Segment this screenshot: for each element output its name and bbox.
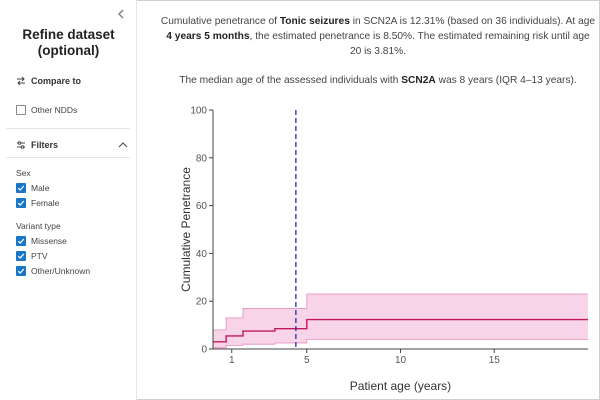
refine-sidebar: Refine dataset (optional) Compare to Oth…	[0, 0, 137, 400]
x-axis-label: Patient age (years)	[350, 379, 451, 393]
y-tick-label: 60	[196, 201, 208, 212]
checkbox[interactable]	[16, 236, 26, 246]
filter-option-ptv[interactable]: PTV	[16, 251, 48, 261]
gene-name: SCN2A	[401, 75, 436, 86]
divider	[6, 128, 130, 129]
penetrance-chart: 0 20 40 60 80 100 1 5 10 15 Patient age (years) C…	[160, 100, 600, 400]
median-age-text: The median age of the assessed individua…	[179, 75, 577, 86]
compare-to-label: Compare to	[31, 76, 82, 86]
filter-option-missense[interactable]: Missense	[16, 236, 67, 246]
checkbox[interactable]	[16, 266, 26, 276]
y-tick-label: 40	[196, 249, 208, 260]
penetrance-chart-svg: 0204060801001 5 10 15 Patient age (years) C…	[179, 106, 588, 393]
checkbox-label: Other/Unknown	[31, 266, 91, 276]
penetrance-summary: Cumulative penetrance of Tonic seizures …	[160, 16, 596, 57]
y-tick-label: 0	[201, 345, 207, 356]
sex-group-label: Sex	[16, 168, 31, 178]
variant-type-group-label: Variant type	[16, 221, 61, 231]
checkbox-label: PTV	[31, 251, 48, 261]
divider	[6, 157, 130, 158]
checkbox-label: Female	[31, 198, 60, 208]
y-axis-label: Cumulative Penetrance	[179, 167, 193, 292]
sidebar-title: Refine dataset (optional)	[22, 27, 115, 58]
x-tick-label: 15	[489, 355, 501, 366]
filter-option-female[interactable]: Female	[16, 198, 59, 208]
checkbox-label: Other NDDs	[31, 105, 78, 115]
checkbox-label: Male	[31, 183, 50, 193]
filter-option-other-unknown[interactable]: Other/Unknown	[16, 266, 90, 276]
compare-to-section: Compare to	[16, 76, 81, 86]
chevron-up-icon[interactable]	[118, 141, 128, 149]
checkbox[interactable]	[16, 251, 26, 261]
age-highlight: 4 years 5 months	[166, 31, 250, 42]
checkbox-label: Missense	[31, 236, 67, 246]
chevron-left-icon[interactable]	[115, 8, 127, 22]
compare-option-other-ndds[interactable]: Other NDDs	[16, 105, 77, 115]
filters-label: Filters	[31, 140, 59, 150]
checkbox[interactable]	[16, 183, 26, 193]
y-tick-label: 100	[190, 106, 207, 117]
filters-section-header[interactable]: Filters	[16, 140, 128, 150]
phenotype-name: Tonic seizures	[279, 16, 350, 27]
x-tick-label: 1	[229, 355, 235, 366]
x-tick-label: 10	[395, 355, 407, 366]
y-tick-label: 20	[196, 297, 208, 308]
y-tick-label: 80	[196, 153, 208, 164]
checkbox[interactable]	[16, 198, 26, 208]
sliders-icon	[17, 141, 25, 149]
swap-arrows-icon	[17, 76, 25, 86]
filter-option-male[interactable]: Male	[16, 183, 49, 193]
checkbox[interactable]	[16, 105, 26, 115]
x-tick-label: 5	[304, 355, 310, 366]
